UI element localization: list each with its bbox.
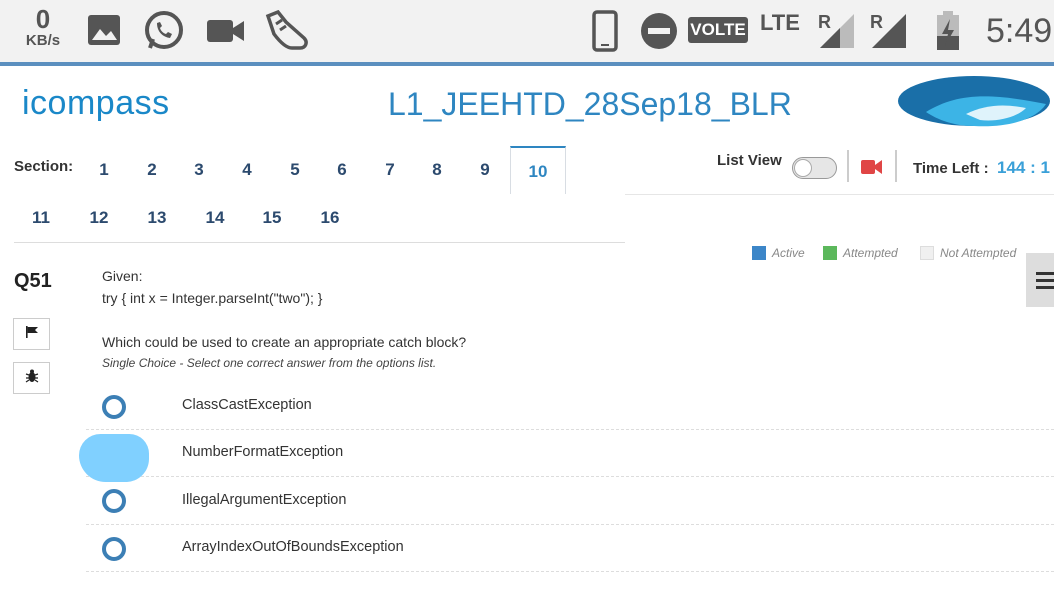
option-label: NumberFormatException <box>182 444 344 460</box>
legend-not-attempted-swatch <box>920 246 934 260</box>
header-rule <box>0 62 1054 66</box>
option-radio[interactable] <box>102 489 126 513</box>
question-hint: Single Choice - Select one correct answe… <box>102 356 437 370</box>
option-4[interactable]: ArrayIndexOutOfBoundsException <box>86 525 1054 572</box>
menu-icon-bar <box>1036 286 1054 289</box>
flag-button[interactable] <box>13 318 50 350</box>
list-view-label: List View <box>717 152 782 169</box>
signal-icon <box>818 12 856 55</box>
bug-icon <box>25 369 39 388</box>
menu-icon-bar <box>1036 279 1054 282</box>
sneaker-icon <box>264 9 310 57</box>
camera-icon[interactable] <box>861 159 883 180</box>
toolbar-separator <box>847 150 849 182</box>
option-radio[interactable] <box>102 537 126 561</box>
toolbar-divider <box>625 194 1054 195</box>
legend-attempted-swatch <box>823 246 837 260</box>
option-label: ClassCastException <box>182 397 312 413</box>
question-number: Q51 <box>14 270 52 292</box>
icompass-logo: icompass <box>22 80 202 130</box>
time-left-label: Time Left : <box>913 160 989 177</box>
flag-icon <box>25 325 39 343</box>
section-button-14[interactable]: 14 <box>195 194 235 242</box>
section-button-15[interactable]: 15 <box>252 194 292 242</box>
section-button-9[interactable]: 9 <box>465 146 505 194</box>
toolbar-separator <box>895 150 897 182</box>
question-menu-button[interactable] <box>1026 253 1054 307</box>
section-button-6[interactable]: 6 <box>322 146 362 194</box>
question-prompt: Which could be used to create an appropr… <box>102 334 467 350</box>
legend-not-attempted-label: Not Attempted <box>940 246 1017 260</box>
test-title: L1_JEEHTD_28Sep18_BLR <box>388 86 792 122</box>
phone-icon <box>592 10 618 57</box>
option-radio[interactable] <box>102 395 126 419</box>
section-button-1[interactable]: 1 <box>84 146 124 194</box>
section-button-10[interactable]: 10 <box>510 146 566 194</box>
status-bar: 0 KB/s VOLTE LTE R R 5:49 <box>0 0 1054 62</box>
legend-attempted-label: Attempted <box>843 246 898 260</box>
option-1[interactable]: ClassCastException <box>86 383 1054 430</box>
list-view-toggle[interactable] <box>792 157 837 179</box>
section-button-11[interactable]: 11 <box>21 194 61 242</box>
section-button-13[interactable]: 13 <box>137 194 177 242</box>
highlight-mark <box>79 434 149 482</box>
section-button-8[interactable]: 8 <box>417 146 457 194</box>
legend-active-swatch <box>752 246 766 260</box>
option-3[interactable]: IllegalArgumentException <box>86 478 1054 525</box>
option-label: ArrayIndexOutOfBoundsException <box>182 539 404 555</box>
status-clock: 5:49 <box>986 12 1053 50</box>
time-left-value: 144 : 1 <box>997 158 1050 177</box>
section-button-4[interactable]: 4 <box>227 146 267 194</box>
question-given: Given: <box>102 268 143 284</box>
section-label: Section: <box>14 158 74 175</box>
section-button-12[interactable]: 12 <box>79 194 119 242</box>
section-button-3[interactable]: 3 <box>179 146 219 194</box>
whatsapp-icon <box>142 10 186 57</box>
section-button-7[interactable]: 7 <box>370 146 410 194</box>
lte-label: LTE <box>760 10 800 35</box>
do-not-disturb-icon <box>640 12 678 55</box>
network-speed-unit: KB/s <box>25 32 61 49</box>
legend-not-attempted: Not Attempted <box>920 246 1016 260</box>
section-button-2[interactable]: 2 <box>132 146 172 194</box>
gallery-icon <box>86 13 122 52</box>
question-code: try { int x = Integer.parseInt("two"); } <box>102 290 323 306</box>
report-bug-button[interactable] <box>13 362 50 394</box>
network-speed: 0 KB/s <box>20 6 66 49</box>
battery-charging-icon <box>934 10 962 57</box>
option-2[interactable]: NumberFormatException <box>86 430 1054 477</box>
option-label: IllegalArgumentException <box>182 492 347 508</box>
section-button-16[interactable]: 16 <box>310 194 350 242</box>
section-divider <box>14 242 625 243</box>
video-call-icon <box>206 16 246 51</box>
toggle-knob <box>794 159 812 177</box>
section-button-5[interactable]: 5 <box>275 146 315 194</box>
menu-icon <box>1036 272 1054 275</box>
legend-active-label: Active <box>772 246 805 260</box>
volte-badge: VOLTE <box>688 17 748 43</box>
brand-logo <box>896 74 1054 137</box>
logo-text: icompass <box>22 84 170 122</box>
network-speed-value: 0 <box>35 4 51 34</box>
legend-active: Active <box>752 246 805 260</box>
signal-icon <box>870 12 908 55</box>
legend-attempted: Attempted <box>823 246 898 260</box>
